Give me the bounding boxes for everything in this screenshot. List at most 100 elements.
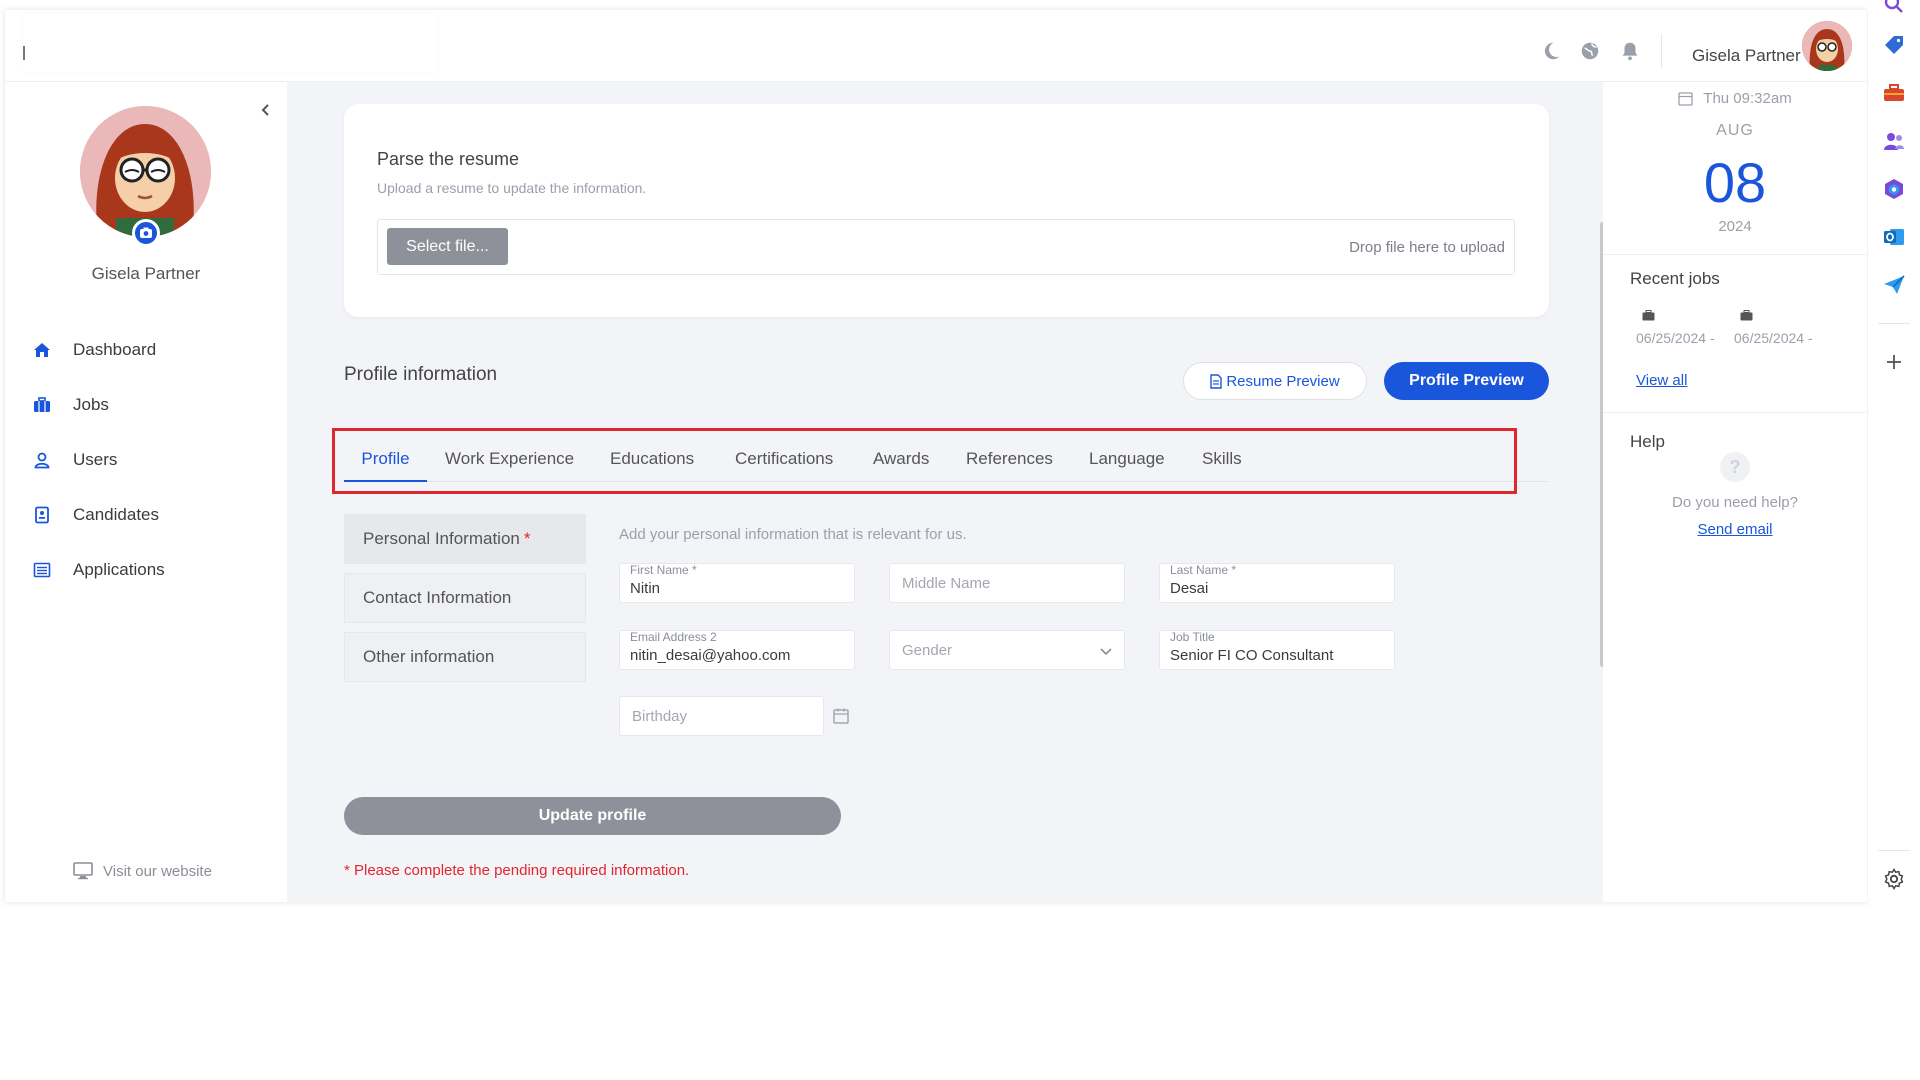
parse-resume-subtitle: Upload a resume to update the informatio…: [377, 180, 647, 196]
sidebar-item-jobs[interactable]: Jobs: [33, 390, 263, 420]
field-value: Senior FI CO Consultant: [1170, 647, 1334, 664]
recent-job-item[interactable]: 06/25/2024 -: [1734, 308, 1834, 346]
resume-preview-button[interactable]: Resume Preview: [1183, 362, 1367, 400]
email-field[interactable]: Email Address 2 nitin_desai@yahoo.com: [619, 630, 855, 670]
header-username[interactable]: Gisela Partner: [1692, 46, 1801, 66]
middle-name-field[interactable]: Middle Name: [889, 563, 1125, 603]
gear-icon[interactable]: [1882, 867, 1906, 891]
briefcase-icon: [1642, 310, 1655, 321]
chevron-left-icon[interactable]: [258, 102, 274, 118]
camera-icon[interactable]: [132, 219, 160, 247]
job-title-field[interactable]: Job Title Senior FI CO Consultant: [1159, 630, 1395, 670]
right-panel: Thu 09:32am AUG 08 2024 Recent jobs 06/2…: [1603, 82, 1867, 902]
tag-icon[interactable]: [1882, 33, 1906, 57]
profile-preview-button[interactable]: Profile Preview: [1384, 362, 1549, 400]
subnav-other-information[interactable]: Other information: [344, 632, 586, 682]
resume-preview-label: Resume Preview: [1226, 372, 1340, 390]
send-icon[interactable]: [1882, 273, 1906, 297]
app-window: Gisela Partner Gisela Partner Dashboard …: [5, 10, 1867, 902]
calendar-icon: [1678, 92, 1693, 106]
recent-jobs-title: Recent jobs: [1630, 269, 1720, 288]
document-icon: [1210, 373, 1223, 389]
recent-job-date: 06/25/2024 -: [1636, 330, 1715, 346]
sidebar-item-users[interactable]: Users: [33, 445, 263, 475]
header-divider: [1661, 34, 1662, 68]
briefcase-icon: [33, 396, 51, 414]
field-placeholder: Middle Name: [902, 575, 991, 592]
app-launcher-bar: [1868, 0, 1920, 900]
parse-resume-title: Parse the resume: [377, 149, 520, 169]
toolbox-icon[interactable]: [1882, 81, 1906, 105]
plus-icon[interactable]: [1882, 350, 1906, 374]
first-name-field[interactable]: First Name * Nitin: [619, 563, 855, 603]
form-hint: Add your personal information that is re…: [619, 526, 967, 543]
update-profile-button[interactable]: Update profile: [344, 797, 841, 835]
subnav-contact-information[interactable]: Contact Information: [344, 573, 586, 623]
sidebar-item-dashboard[interactable]: Dashboard: [33, 335, 263, 365]
sidebar-item-candidates[interactable]: Candidates: [33, 500, 263, 530]
chevron-down-icon: [1100, 648, 1112, 656]
field-placeholder: Birthday: [632, 708, 688, 725]
sidebar-item-label: Jobs: [73, 395, 109, 414]
sidebar-item-label: Applications: [73, 560, 165, 579]
last-name-field[interactable]: Last Name * Desai: [1159, 563, 1395, 603]
appbar-divider: [1878, 850, 1910, 851]
gender-select[interactable]: Gender: [889, 630, 1125, 670]
subnav-label: Other information: [363, 647, 495, 666]
top-header: Gisela Partner: [5, 10, 1867, 82]
pending-info-note: * Please complete the pending required i…: [344, 862, 690, 879]
field-placeholder: Gender: [902, 642, 953, 659]
search-icon[interactable]: [1882, 0, 1906, 16]
select-file-button[interactable]: Select file...: [387, 228, 508, 265]
date-year: 2024: [1718, 218, 1752, 235]
text-cursor: [23, 46, 25, 60]
copilot-icon[interactable]: [1882, 177, 1906, 201]
sidebar-item-label: Dashboard: [73, 340, 157, 359]
send-email-link[interactable]: Send email: [1603, 521, 1867, 538]
file-dropzone[interactable]: Select file... Drop file here to upload: [377, 219, 1515, 275]
field-value: nitin_desai@yahoo.com: [630, 647, 791, 664]
outlook-icon[interactable]: [1882, 225, 1906, 249]
drop-file-hint: Drop file here to upload: [1349, 239, 1505, 256]
id-card-icon: [33, 506, 51, 524]
current-datetime: Thu 09:32am: [1603, 90, 1867, 107]
subnav-personal-information[interactable]: Personal Information *: [344, 514, 586, 564]
field-label: Email Address 2: [630, 630, 717, 644]
sidebar-item-label: Users: [73, 450, 118, 469]
help-text: Do you need help?: [1672, 494, 1798, 511]
parse-resume-card: Parse the resume Upload a resume to upda…: [344, 104, 1549, 317]
calendar-icon[interactable]: [832, 707, 850, 725]
profile-information-title: Profile information: [344, 364, 498, 385]
search-box[interactable]: [23, 14, 438, 72]
briefcase-icon: [1740, 310, 1753, 321]
recent-job-date: 06/25/2024 -: [1734, 330, 1813, 346]
field-value: Desai: [1170, 580, 1209, 597]
main-content: Parse the resume Upload a resume to upda…: [287, 82, 1605, 902]
subnav-label: Personal Information: [363, 529, 520, 548]
moon-icon[interactable]: [1540, 40, 1562, 62]
sidebar-item-applications[interactable]: Applications: [33, 555, 263, 585]
field-label: First Name *: [630, 563, 697, 577]
list-icon: [33, 561, 51, 579]
required-mark: *: [523, 529, 531, 548]
view-all-link[interactable]: View all: [1636, 372, 1687, 389]
header-avatar[interactable]: [1802, 21, 1852, 71]
date-month: AUG: [1716, 122, 1754, 139]
recent-job-item[interactable]: 06/25/2024 -: [1636, 308, 1736, 346]
field-label: Job Title: [1170, 630, 1215, 644]
help-title: Help: [1630, 432, 1665, 451]
profile-avatar[interactable]: [80, 106, 211, 237]
bell-icon[interactable]: [1619, 40, 1641, 62]
people-icon[interactable]: [1882, 129, 1906, 153]
visit-website-link[interactable]: Visit our website: [73, 862, 212, 880]
avatar-illustration: [80, 106, 211, 237]
panel-divider: [1603, 254, 1867, 255]
globe-icon[interactable]: [1579, 40, 1601, 62]
subnav-label: Contact Information: [363, 588, 512, 607]
home-icon: [33, 341, 51, 359]
sidebar-item-label: Candidates: [73, 505, 160, 524]
field-value: Nitin: [630, 580, 661, 597]
sidebar-username: Gisela Partner: [91, 264, 201, 283]
visit-website-label: Visit our website: [103, 862, 212, 880]
birthday-field[interactable]: Birthday: [619, 696, 824, 736]
